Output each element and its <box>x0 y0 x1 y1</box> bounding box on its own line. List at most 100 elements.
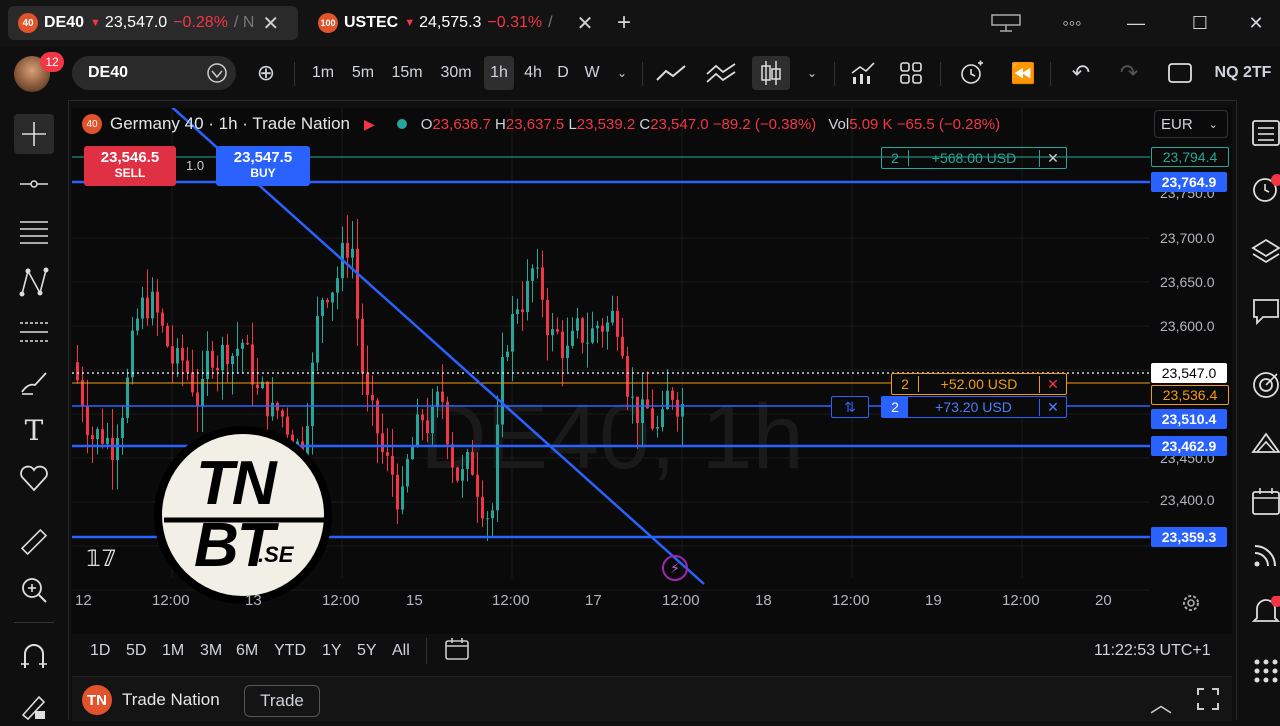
symbol-badge: 40 <box>82 114 102 134</box>
candle-body <box>76 362 79 381</box>
candle-body <box>401 486 404 510</box>
interval-30m[interactable]: 30m <box>434 56 478 90</box>
symbol-search[interactable]: DE40 <box>72 56 236 90</box>
interval-4h[interactable]: 4h <box>520 56 546 90</box>
candles-icon[interactable] <box>752 56 790 90</box>
chat-icon[interactable] <box>1251 296 1280 326</box>
close-icon[interactable]: ✕ <box>577 11 594 36</box>
tab-ustec[interactable]: 100 USTEC ▼ 24,575.3 −0.31% / ✕ <box>308 6 598 40</box>
templates-icon[interactable] <box>894 56 928 90</box>
add-symbol-icon[interactable]: ⊕ <box>250 56 282 90</box>
replay-icon[interactable]: ⏪ <box>1006 56 1040 90</box>
close-icon[interactable]: ✕ <box>262 11 279 36</box>
chevron-down-icon[interactable]: ⌄ <box>610 56 634 90</box>
new-tab-icon[interactable]: + <box>606 6 642 40</box>
indicators-icon[interactable] <box>704 56 738 90</box>
close-window-icon[interactable]: ✕ <box>1238 6 1274 40</box>
trade-button[interactable]: Trade <box>244 685 320 717</box>
interval-d[interactable]: D <box>552 56 574 90</box>
x-tick: 12 <box>75 592 92 609</box>
range-all[interactable]: All <box>392 642 410 660</box>
candle-body <box>626 356 629 397</box>
interval-15m[interactable]: 15m <box>386 56 428 90</box>
alerts-clock-icon[interactable] <box>1251 174 1280 204</box>
interval-1h[interactable]: 1h <box>484 56 514 90</box>
candle-body <box>476 474 479 497</box>
fullscreen-icon[interactable] <box>1162 56 1198 90</box>
range-5y[interactable]: 5Y <box>357 642 377 660</box>
range-6m[interactable]: 6M <box>236 642 258 660</box>
watchlist-icon[interactable] <box>1251 118 1280 148</box>
close-order-icon[interactable]: ✕ <box>1039 375 1066 393</box>
trend-line-icon[interactable] <box>14 164 54 204</box>
interval-w[interactable]: W <box>580 56 604 90</box>
text-icon[interactable]: T <box>14 410 54 450</box>
range-1d[interactable]: 1D <box>90 642 110 660</box>
order-take-profit[interactable]: 2 +568.00 USD ✕ <box>881 147 1067 169</box>
order-position-2[interactable]: 2 +73.20 USD ✕ <box>881 396 1067 418</box>
chevron-down-icon[interactable]: ⌄ <box>800 56 824 90</box>
settings-gear-icon[interactable] <box>1180 592 1202 619</box>
tab-price: 24,575.3 <box>419 14 482 31</box>
symbol-search-value: DE40 <box>88 64 129 81</box>
candle-body <box>471 451 474 475</box>
layout-name[interactable]: NQ 2TF <box>1208 56 1278 90</box>
crosshair-icon[interactable] <box>14 114 54 154</box>
x-tick: 19 <box>925 592 942 609</box>
projection-icon[interactable] <box>14 312 54 352</box>
chart-title[interactable]: Germany 40 · 1h · Trade Nation <box>110 114 350 134</box>
apps-grid-icon[interactable] <box>1251 656 1280 686</box>
sell-button[interactable]: 23,546.5 SELL <box>84 146 176 186</box>
range-1m[interactable]: 1M <box>162 642 184 660</box>
maximize-panel-icon[interactable] <box>1196 687 1220 716</box>
compare-icon[interactable] <box>206 63 228 88</box>
currency-select[interactable]: EUR ⌄ <box>1154 110 1228 138</box>
line-chart-icon[interactable] <box>654 56 688 90</box>
broadcast-icon[interactable] <box>1251 540 1280 570</box>
candle-body <box>326 299 329 303</box>
fib-icon[interactable] <box>14 212 54 252</box>
lock-drawing-icon[interactable] <box>14 686 54 726</box>
close-order-icon[interactable]: ✕ <box>1039 398 1066 416</box>
interval-1m[interactable]: 1m <box>306 56 340 90</box>
alert-icon[interactable] <box>954 56 988 90</box>
range-3m[interactable]: 3M <box>200 642 222 660</box>
magnet-icon[interactable] <box>14 636 54 676</box>
candle-body <box>286 416 289 435</box>
candle-body <box>161 312 164 326</box>
minimize-icon[interactable]: — <box>1118 6 1154 40</box>
divider <box>940 62 941 86</box>
tab-de40[interactable]: 40 DE40 ▼ 23,547.0 −0.28% / N ✕ <box>8 6 298 40</box>
bar-chart-icon[interactable] <box>846 56 880 90</box>
more-icon[interactable]: ◦◦◦ <box>1054 6 1090 40</box>
heart-icon[interactable] <box>14 458 54 498</box>
calendar-icon[interactable] <box>444 636 470 667</box>
candle-body <box>176 348 179 364</box>
range-1y[interactable]: 1Y <box>322 642 342 660</box>
lightning-event-icon[interactable]: ⚡ <box>662 555 688 581</box>
layout-icon[interactable] <box>988 6 1024 40</box>
order-position[interactable]: 2 +52.00 USD ✕ <box>891 373 1067 395</box>
clock[interactable]: 11:22:53 UTC+1 <box>1094 642 1211 660</box>
chevron-up-icon[interactable]: ︿ <box>1150 687 1172 719</box>
buy-button[interactable]: 23,547.5 BUY <box>216 146 310 186</box>
notifications-icon[interactable] <box>1251 595 1280 626</box>
target-icon[interactable] <box>1251 370 1280 400</box>
interval-5m[interactable]: 5m <box>346 56 380 90</box>
reverse-position-icon[interactable]: ⇅ <box>831 396 869 418</box>
close-order-icon[interactable]: ✕ <box>1039 149 1066 167</box>
undo-icon[interactable]: ↶ <box>1064 56 1098 90</box>
brush-icon[interactable] <box>14 362 54 402</box>
pattern-icon[interactable] <box>14 262 54 302</box>
broker-name: Trade Nation <box>122 690 220 709</box>
range-5d[interactable]: 5D <box>126 642 146 660</box>
price-label-tp: 23,794.4 <box>1151 147 1229 167</box>
ruler-icon[interactable] <box>14 522 54 562</box>
redo-icon[interactable]: ↷ <box>1112 56 1146 90</box>
maximize-icon[interactable]: ☐ <box>1182 6 1218 40</box>
hotlist-icon[interactable] <box>1251 428 1280 458</box>
range-ytd[interactable]: YTD <box>274 642 306 660</box>
calendar-side-icon[interactable] <box>1251 486 1280 516</box>
layers-icon[interactable] <box>1251 236 1280 266</box>
zoom-in-icon[interactable] <box>14 570 54 610</box>
